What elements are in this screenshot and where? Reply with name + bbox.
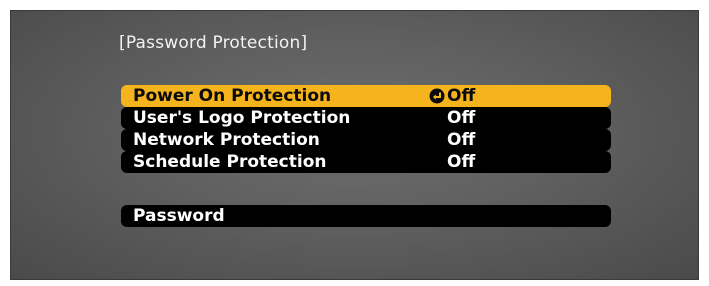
enter-arrow-icon (429, 88, 445, 104)
option-label: Schedule Protection (133, 152, 327, 172)
option-value: Off (447, 152, 476, 172)
network-protection-option[interactable]: Network Protection Off (121, 129, 611, 151)
users-logo-protection-option[interactable]: User's Logo Protection Off (121, 107, 611, 129)
option-label: User's Logo Protection (133, 108, 351, 128)
password-label: Password (133, 206, 225, 226)
option-value: Off (447, 86, 476, 106)
password-button[interactable]: Password (121, 205, 611, 227)
option-value: Off (447, 130, 476, 150)
schedule-protection-option[interactable]: Schedule Protection Off (121, 151, 611, 173)
menu-title: [Password Protection] (119, 33, 308, 53)
option-value: Off (447, 108, 476, 128)
projector-menu-screen: [Password Protection] Power On Protectio… (10, 10, 699, 280)
option-label: Power On Protection (133, 86, 332, 106)
option-label: Network Protection (133, 130, 320, 150)
power-on-protection-option[interactable]: Power On Protection Off (121, 85, 611, 107)
